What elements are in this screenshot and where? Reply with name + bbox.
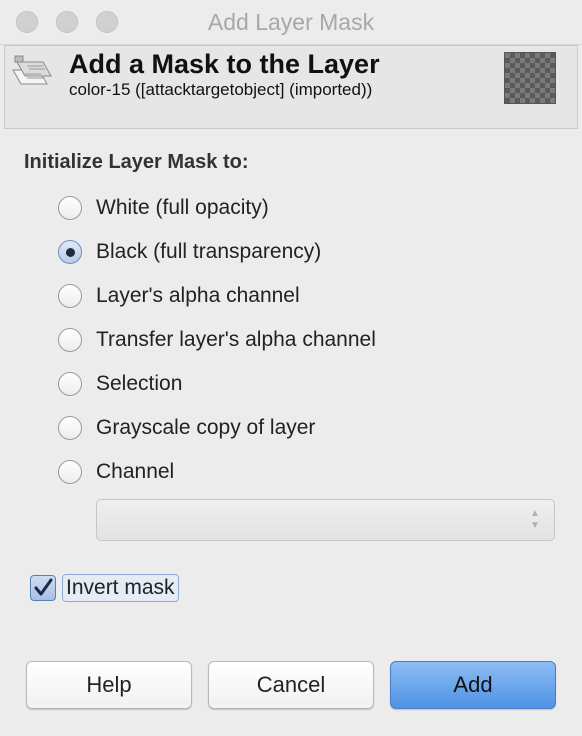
title-bar: Add Layer Mask (0, 0, 582, 45)
radio-button[interactable] (58, 372, 82, 396)
option-selection[interactable]: Selection (58, 369, 182, 399)
channel-select[interactable]: ▲ ▼ (96, 499, 555, 541)
option-label: Grayscale copy of layer (96, 416, 316, 439)
option-label: Channel (96, 460, 175, 483)
option-label: Layer's alpha channel (96, 284, 300, 307)
radio-button[interactable] (58, 196, 82, 220)
initialize-mask-label: Initialize Layer Mask to: (24, 151, 249, 173)
option-grayscale-copy[interactable]: Grayscale copy of layer (58, 413, 315, 443)
layer-thumbnail (504, 52, 556, 104)
option-label: Transfer layer's alpha channel (96, 328, 376, 351)
updown-arrows-icon: ▲ ▼ (530, 508, 540, 531)
window-title: Add Layer Mask (207, 9, 375, 35)
option-channel[interactable]: Channel (58, 457, 174, 487)
radio-button[interactable] (58, 328, 82, 352)
radio-button[interactable] (58, 284, 82, 308)
option-white-full-opacity[interactable]: White (full opacity) (58, 193, 269, 223)
radio-button[interactable] (58, 460, 82, 484)
layer-mask-icon (12, 55, 52, 85)
option-label: White (full opacity) (96, 196, 269, 219)
help-button[interactable]: Help (26, 661, 192, 709)
dialog-header: Add a Mask to the Layer color-15 ([attac… (4, 45, 578, 129)
option-label: Black (full transparency) (96, 240, 322, 263)
checkmark-icon (34, 578, 53, 596)
radio-button[interactable] (58, 416, 82, 440)
invert-mask-checkbox[interactable] (30, 575, 56, 601)
header-title: Add a Mask to the Layer (69, 49, 380, 79)
option-black-full-transparency[interactable]: Black (full transparency) (58, 237, 321, 267)
invert-mask-label: Invert mask (62, 574, 179, 602)
radio-button-selected[interactable] (58, 240, 82, 264)
cancel-button[interactable]: Cancel (208, 661, 374, 709)
header-subtitle: color-15 ([attacktargetobject] (imported… (69, 80, 373, 99)
invert-mask-option[interactable]: Invert mask (30, 573, 179, 603)
option-layer-alpha-channel[interactable]: Layer's alpha channel (58, 281, 300, 311)
add-button[interactable]: Add (390, 661, 556, 709)
option-label: Selection (96, 372, 183, 395)
option-transfer-alpha-channel[interactable]: Transfer layer's alpha channel (58, 325, 376, 355)
